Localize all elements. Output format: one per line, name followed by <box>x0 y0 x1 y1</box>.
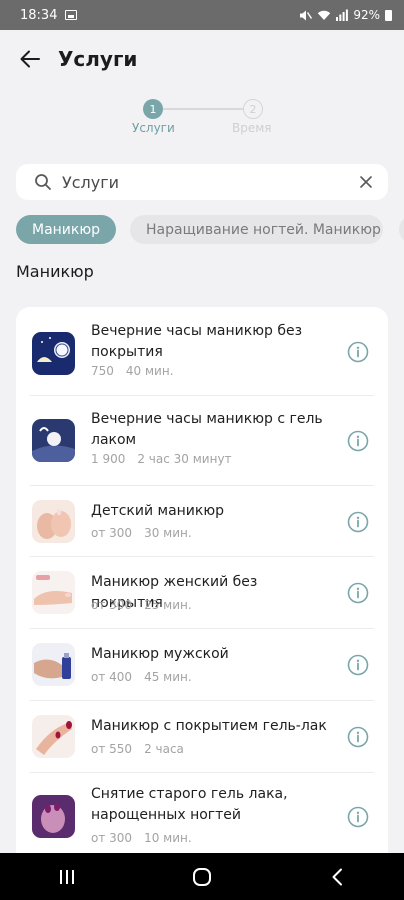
info-icon[interactable] <box>347 582 369 604</box>
service-duration: 10 мин. <box>144 831 192 845</box>
service-duration: 2 час 30 минут <box>137 452 232 466</box>
back-button[interactable] <box>12 41 48 77</box>
service-thumbnail <box>32 795 75 838</box>
booking-stepper: 1 2 Услуги Время <box>0 96 404 136</box>
service-meta: от 300 25 мин. <box>91 598 192 612</box>
close-icon[interactable] <box>358 174 374 190</box>
step-2-indicator: 2 <box>243 99 263 119</box>
service-price: 1 900 <box>91 452 126 466</box>
screen: 18:34 92% Услуги 1 2 Услуги Время Услуги… <box>0 0 404 900</box>
search-bar[interactable]: Услуги <box>16 164 388 200</box>
service-name: Вечерние часы маникюр без покрытия <box>91 323 303 360</box>
service-item[interactable]: Маникюр женский без покрытия от 300 25 ми… <box>16 557 388 629</box>
service-thumbnail <box>32 332 75 375</box>
service-name: Маникюр мужской <box>91 646 229 662</box>
service-name: Снятие старого гель лака, нарощенных ног… <box>91 786 288 823</box>
service-duration: 30 мин. <box>144 526 192 540</box>
services-list: Вечерние часы маникюр без покрытия 750 40… <box>16 307 388 867</box>
step-1-indicator[interactable]: 1 <box>143 99 163 119</box>
recent-apps-button[interactable] <box>47 857 87 897</box>
home-button[interactable] <box>182 857 222 897</box>
arrow-left-icon <box>20 50 40 68</box>
service-price: от 300 <box>91 598 133 612</box>
service-thumbnail <box>32 500 75 543</box>
service-thumbnail <box>32 571 75 614</box>
search-input[interactable]: Услуги <box>62 173 358 192</box>
service-duration: 25 мин. <box>144 598 192 612</box>
service-item[interactable]: Маникюр с покрытием гель-лак от 550 2 час… <box>16 701 388 773</box>
section-title: Маникюр <box>16 262 94 281</box>
page-title: Услуги <box>58 47 138 71</box>
service-price: от 400 <box>91 670 133 684</box>
service-price: от 300 <box>91 526 133 540</box>
back-icon <box>332 868 342 885</box>
service-meta: от 300 30 мин. <box>91 526 192 540</box>
service-name: Вечерние часы маникюр с гель лаком <box>91 411 323 448</box>
service-duration: 2 часа <box>144 742 184 756</box>
service-meta: от 400 45 мин. <box>91 670 192 684</box>
info-icon[interactable] <box>347 341 369 363</box>
service-meta: 750 40 мин. <box>91 364 174 378</box>
app-bar: Услуги <box>0 38 404 80</box>
service-item[interactable]: Вечерние часы маникюр с гель лаком 1 900… <box>16 396 388 486</box>
chip-nail-extension[interactable]: Наращивание ногтей. Маникюр <box>130 215 383 244</box>
service-name: Детский маникюр <box>91 503 225 519</box>
info-icon[interactable] <box>347 654 369 676</box>
service-meta: от 550 2 часа <box>91 742 184 756</box>
service-price: 750 <box>91 364 114 378</box>
home-icon <box>192 867 211 886</box>
system-nav-bar <box>0 853 404 900</box>
signal-icon <box>336 9 349 21</box>
chip-manicure[interactable]: Маникюр <box>16 215 117 244</box>
info-icon[interactable] <box>347 726 369 748</box>
service-thumbnail <box>32 419 75 462</box>
step-1-label: Услуги <box>132 121 175 135</box>
mute-icon <box>300 10 313 20</box>
service-item[interactable]: Маникюр мужской от 400 45 мин. <box>16 629 388 701</box>
system-back-button[interactable] <box>317 857 357 897</box>
chip-more[interactable] <box>399 215 404 244</box>
battery-percent: 92% <box>353 8 380 22</box>
wifi-icon <box>318 10 331 20</box>
recent-apps-icon <box>60 869 75 884</box>
status-bar: 18:34 92% <box>0 0 404 30</box>
service-duration: 45 мин. <box>144 670 192 684</box>
service-duration: 40 мин. <box>125 364 174 378</box>
service-price: от 300 <box>91 831 133 845</box>
service-meta: 1 900 2 час 30 минут <box>91 452 232 466</box>
step-2-label: Время <box>232 121 272 135</box>
info-icon[interactable] <box>347 430 369 452</box>
category-chips: Маникюр Наращивание ногтей. Маникюр <box>16 215 404 245</box>
service-item[interactable]: Вечерние часы маникюр без покрытия 750 40… <box>16 307 388 396</box>
service-thumbnail <box>32 715 75 758</box>
service-meta: от 300 10 мин. <box>91 831 192 845</box>
info-icon[interactable] <box>347 511 369 533</box>
status-time: 18:34 <box>20 7 58 23</box>
info-icon[interactable] <box>347 806 369 828</box>
service-item[interactable]: Детский маникюр от 300 30 мин. <box>16 486 388 557</box>
gallery-icon <box>65 10 78 20</box>
stepper-line <box>163 108 243 110</box>
service-thumbnail <box>32 643 75 686</box>
battery-icon <box>385 9 392 21</box>
service-name: Маникюр с покрытием гель-лак <box>91 718 327 734</box>
search-icon <box>35 174 51 190</box>
service-price: от 550 <box>91 742 133 756</box>
